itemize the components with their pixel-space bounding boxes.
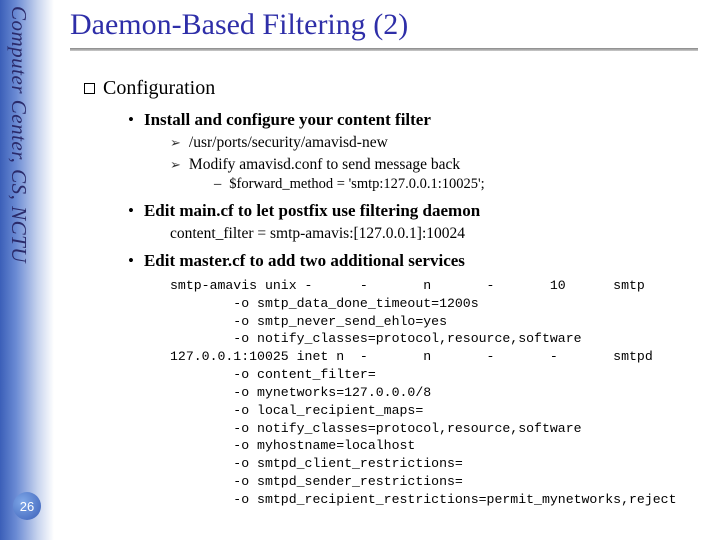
sub-port-path-text: /usr/ports/security/amavisd-new: [189, 134, 388, 151]
title-underline: [70, 48, 698, 51]
sub-modify-conf: Modify amavisd.conf to send message back: [170, 156, 714, 174]
bullet-main-cf: Edit main.cf to let postfix use filterin…: [128, 201, 714, 221]
sub-port-path: /usr/ports/security/amavisd-new: [170, 134, 714, 152]
bullet-install-text: Install and configure your content filte…: [144, 110, 431, 129]
square-bullet-icon: [84, 83, 95, 94]
content-filter-line: content_filter = smtp-amavis:[127.0.0.1]…: [170, 225, 714, 243]
sidebar: Computer Center, CS, NCTU 26: [0, 0, 54, 540]
section-heading-text: Configuration: [103, 77, 215, 99]
master-cf-code: smtp-amavis unix - - n - 10 smtp -o smtp…: [170, 277, 714, 509]
sidebar-org-label: Computer Center, CS, NCTU: [6, 6, 31, 263]
bullet-main-cf-text: Edit main.cf to let postfix use filterin…: [144, 201, 480, 220]
sub-modify-conf-text: Modify amavisd.conf to send message back: [189, 156, 460, 173]
forward-method-text: $forward_method = 'smtp:127.0.0.1:10025'…: [229, 176, 484, 192]
bullet-master-cf: Edit master.cf to add two additional ser…: [128, 251, 714, 271]
bullet-master-cf-text: Edit master.cf to add two additional ser…: [144, 251, 465, 270]
bullet-install: Install and configure your content filte…: [128, 110, 714, 130]
slide-title: Daemon-Based Filtering (2): [70, 8, 714, 42]
slide-content: Daemon-Based Filtering (2) Configuration…: [70, 8, 714, 509]
section-heading: Configuration: [84, 77, 714, 100]
forward-method-line: $forward_method = 'smtp:127.0.0.1:10025'…: [214, 176, 714, 193]
page-number-badge: 26: [13, 492, 41, 520]
